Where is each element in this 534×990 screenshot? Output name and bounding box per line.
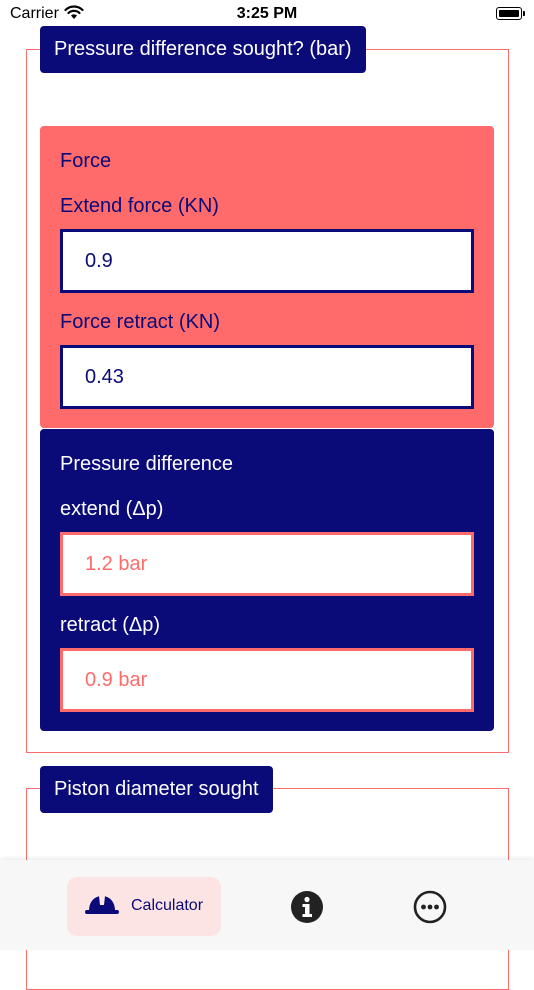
force-panel: Force Extend force (KN) 0.9 Force retrac… <box>40 126 494 428</box>
extend-dp-label: extend (Δp) <box>60 498 164 520</box>
pressure-result-panel: Pressure difference extend (Δp) 1.2 bar … <box>40 429 494 731</box>
extend-dp-output: 1.2 bar <box>60 532 474 596</box>
hard-hat-icon <box>85 895 119 920</box>
tab-bar: Calculator <box>0 860 534 950</box>
retract-dp-label: retract (Δp) <box>60 614 161 636</box>
pressure-section-title: Pressure difference sought? (bar) <box>40 26 366 73</box>
status-bar: Carrier 3:25 PM <box>0 0 534 28</box>
piston-section-title: Piston diameter sought <box>40 766 273 813</box>
extend-force-input[interactable]: 0.9 <box>60 229 474 293</box>
info-icon <box>291 891 323 923</box>
more-icon <box>413 890 447 924</box>
pressure-heading: Pressure difference <box>60 453 234 475</box>
extend-force-label: Extend force (KN) <box>60 195 219 217</box>
retract-dp-output: 0.9 bar <box>60 648 474 712</box>
tab-calculator-label: Calculator <box>131 897 204 914</box>
force-heading: Force <box>60 150 112 172</box>
clock: 3:25 PM <box>236 5 298 22</box>
tab-more[interactable] <box>413 890 447 929</box>
retract-force-label: Force retract (KN) <box>60 311 221 333</box>
tab-calculator[interactable]: Calculator <box>67 877 221 936</box>
battery-icon <box>496 7 525 20</box>
tab-info[interactable] <box>290 890 324 929</box>
retract-force-input[interactable]: 0.43 <box>60 345 474 409</box>
